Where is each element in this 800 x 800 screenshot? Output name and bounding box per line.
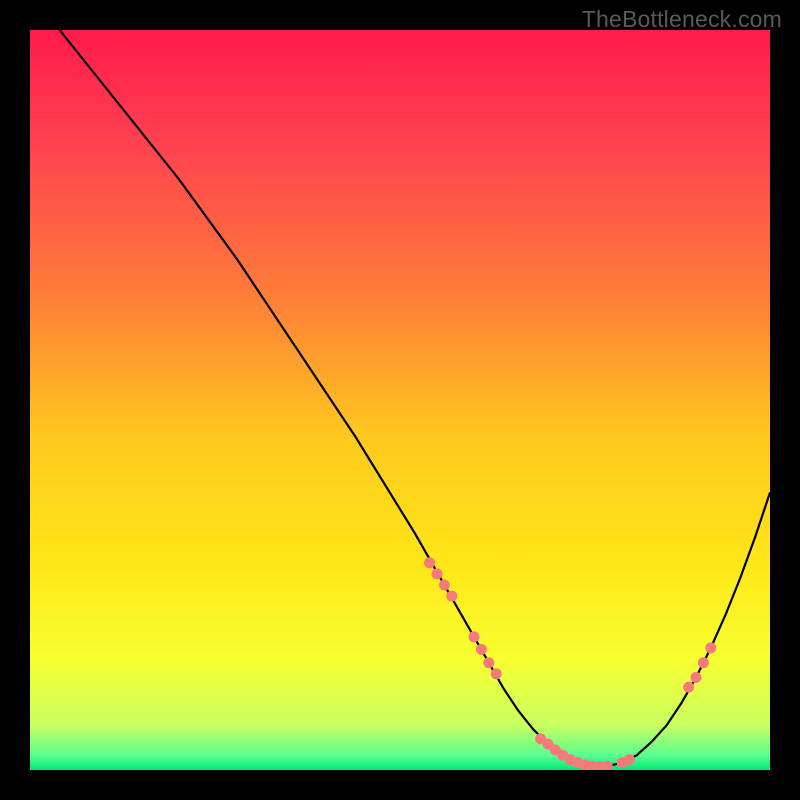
data-point [705,642,716,653]
data-point [624,754,635,765]
data-point [469,631,480,642]
data-point [698,657,709,668]
data-point [439,580,450,591]
data-point [446,591,457,602]
data-point [691,672,702,683]
data-point [483,657,494,668]
bottleneck-chart [30,30,770,770]
gradient-background [30,30,770,770]
data-point [424,557,435,568]
data-point [476,644,487,655]
chart-container [30,30,770,770]
data-point [432,568,443,579]
data-point [491,668,502,679]
watermark-text: TheBottleneck.com [582,6,782,33]
data-point [683,682,694,693]
